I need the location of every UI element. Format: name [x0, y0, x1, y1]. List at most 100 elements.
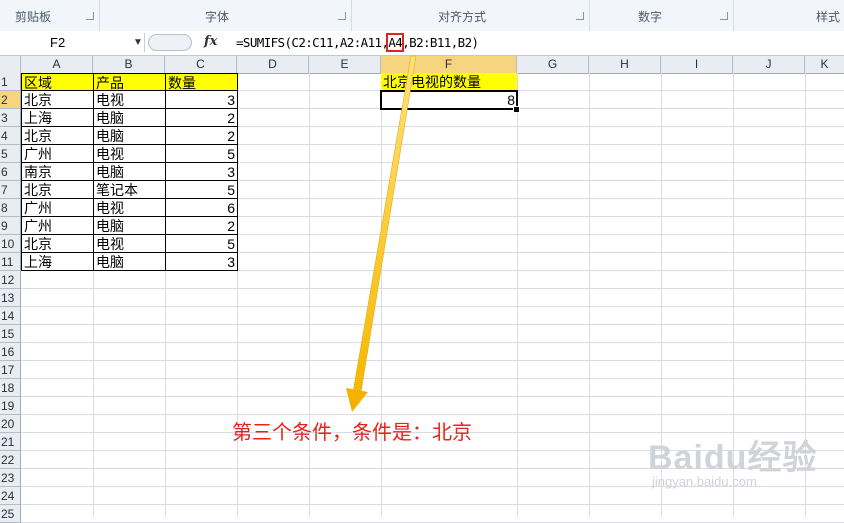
baidu-watermark-logo: Baidu经验 [648, 439, 818, 477]
table-cell[interactable]: 电视 [93, 90, 166, 109]
table-cell[interactable]: 3 [165, 252, 238, 271]
row-header[interactable]: 3 [0, 109, 21, 127]
active-cell-border [380, 90, 518, 110]
table-cell[interactable]: 电脑 [93, 108, 166, 127]
result-header-cell[interactable]: 北京电视的数量 [381, 73, 517, 91]
row-header[interactable]: 5 [0, 145, 21, 163]
table-cell[interactable]: 5 [165, 180, 238, 199]
table-cell[interactable]: 2 [165, 216, 238, 235]
table-cell[interactable]: 广州 [21, 144, 94, 163]
table-cell[interactable]: 电视 [93, 198, 166, 217]
formula-bar: F2 ▼ fx =SUMIFS(C2:C11,A2:A11,A4,B2:B11,… [0, 31, 844, 56]
name-box[interactable]: F2 ▼ [0, 33, 145, 52]
name-box-value: F2 [50, 35, 66, 50]
row-header[interactable]: 25 [0, 505, 21, 523]
grid-hline [21, 288, 844, 289]
column-header[interactable]: H [589, 56, 661, 73]
row-header[interactable]: 1 [0, 73, 21, 91]
dialog-launcher-icon[interactable] [720, 12, 728, 20]
table-cell[interactable]: 3 [165, 90, 238, 109]
row-header[interactable]: 19 [0, 397, 21, 415]
ribbon-group-label: 剪贴板 [15, 10, 52, 24]
fill-handle[interactable] [513, 106, 520, 113]
column-header[interactable]: J [733, 56, 805, 73]
row-header[interactable]: 24 [0, 487, 21, 505]
select-all-corner[interactable] [0, 56, 21, 73]
table-cell[interactable]: 上海 [21, 108, 94, 127]
table-cell[interactable]: 2 [165, 126, 238, 145]
row-header[interactable]: 21 [0, 433, 21, 451]
table-cell[interactable]: 广州 [21, 198, 94, 217]
grid-hline [21, 306, 844, 307]
row-header[interactable]: 4 [0, 127, 21, 145]
ribbon-group-alignment: 对齐方式 [352, 0, 590, 31]
row-header[interactable]: 11 [0, 253, 21, 271]
row-header[interactable]: 23 [0, 469, 21, 487]
ribbon-group-label: 数字 [638, 10, 663, 24]
row-header[interactable]: 9 [0, 217, 21, 235]
table-cell[interactable]: 笔记本 [93, 180, 166, 199]
column-header[interactable]: E [309, 56, 381, 73]
table-cell[interactable]: 电脑 [93, 162, 166, 181]
column-header[interactable]: A [21, 56, 93, 73]
row-header[interactable]: 8 [0, 199, 21, 217]
row-header[interactable]: 14 [0, 307, 21, 325]
row-header[interactable]: 7 [0, 181, 21, 199]
row-header[interactable]: 15 [0, 325, 21, 343]
table-cell[interactable]: 北京 [21, 234, 94, 253]
grid-hline [21, 324, 844, 325]
table-cell[interactable]: 电脑 [93, 252, 166, 271]
row-header[interactable]: 22 [0, 451, 21, 469]
grid-hline [21, 396, 844, 397]
row-header[interactable]: 12 [0, 271, 21, 289]
table-cell[interactable]: 南京 [21, 162, 94, 181]
table-cell[interactable]: 北京 [21, 90, 94, 109]
column-header-selected[interactable]: F [381, 56, 517, 73]
insert-function-icon[interactable]: fx [204, 34, 217, 49]
column-header[interactable]: G [517, 56, 589, 73]
table-cell[interactable]: 3 [165, 162, 238, 181]
ribbon-group-label: 字体 [205, 10, 230, 24]
dialog-launcher-icon[interactable] [576, 12, 584, 20]
grid-hline [21, 342, 844, 343]
table-header-cell[interactable]: 产品 [93, 73, 166, 91]
table-cell[interactable]: 电视 [93, 234, 166, 253]
column-header[interactable]: B [93, 56, 165, 73]
column-header[interactable]: K [805, 56, 844, 73]
row-header[interactable]: 16 [0, 343, 21, 361]
column-header[interactable]: D [237, 56, 309, 73]
column-header[interactable]: C [165, 56, 237, 73]
row-header[interactable]: 13 [0, 289, 21, 307]
table-cell[interactable]: 北京 [21, 180, 94, 199]
row-header[interactable]: 17 [0, 361, 21, 379]
baidu-watermark-url: jingyan.baidu.com [652, 474, 757, 489]
table-cell[interactable]: 6 [165, 198, 238, 217]
row-header[interactable]: 18 [0, 379, 21, 397]
dialog-launcher-icon[interactable] [338, 12, 346, 20]
table-cell[interactable]: 电脑 [93, 216, 166, 235]
formula-bar-toggle-button[interactable] [148, 34, 192, 51]
ribbon-group-label: 对齐方式 [438, 10, 487, 24]
chevron-down-icon[interactable]: ▼ [133, 37, 143, 48]
table-cell[interactable]: 5 [165, 234, 238, 253]
row-header[interactable]: 20 [0, 415, 21, 433]
dialog-launcher-icon[interactable] [86, 12, 94, 20]
table-header-cell[interactable]: 区域 [21, 73, 94, 91]
table-cell[interactable]: 5 [165, 144, 238, 163]
formula-input[interactable]: =SUMIFS(C2:C11,A2:A11,A4,B2:B11,B2) [236, 33, 479, 52]
ribbon-group-number: 数字 [590, 0, 734, 31]
row-header[interactable]: 6 [0, 163, 21, 181]
table-cell[interactable]: 广州 [21, 216, 94, 235]
table-header-cell[interactable]: 数量 [165, 73, 238, 91]
table-cell[interactable]: 上海 [21, 252, 94, 271]
table-cell[interactable]: 电脑 [93, 126, 166, 145]
table-cell[interactable]: 电视 [93, 144, 166, 163]
formula-highlighted-reference: A4 [386, 33, 405, 52]
ribbon-group-clipboard: 剪贴板 [0, 0, 100, 31]
column-headers: A B C D E F G H I J K [0, 56, 844, 74]
table-cell[interactable]: 2 [165, 108, 238, 127]
row-header-selected[interactable]: 2 [0, 91, 21, 109]
table-cell[interactable]: 北京 [21, 126, 94, 145]
column-header[interactable]: I [661, 56, 733, 73]
row-header[interactable]: 10 [0, 235, 21, 253]
